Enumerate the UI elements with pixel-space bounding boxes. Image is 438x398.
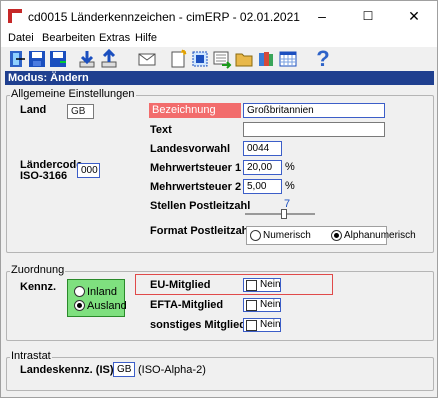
folder-icon[interactable] bbox=[234, 49, 254, 69]
sonstiges-mitglied-label: sonstiges Mitglied bbox=[150, 319, 246, 331]
eu-mitglied-value: Nein bbox=[260, 279, 281, 290]
alphanumerisch-label[interactable]: Alphanumerisch bbox=[344, 230, 416, 241]
efta-mitglied-label: EFTA-Mitglied bbox=[150, 299, 224, 311]
save-icon[interactable] bbox=[27, 49, 47, 69]
save-close-icon[interactable] bbox=[48, 49, 68, 69]
close-button[interactable]: ✕ bbox=[391, 1, 437, 31]
vorwahl-label: Landesvorwahl bbox=[150, 143, 231, 155]
sonstiges-mitglied-checkbox[interactable] bbox=[246, 320, 257, 331]
menu-datei[interactable]: Datei bbox=[8, 32, 34, 44]
numerisch-radio[interactable] bbox=[250, 230, 261, 241]
arrow-down-icon[interactable] bbox=[77, 49, 97, 69]
arrow-up-icon[interactable] bbox=[99, 49, 119, 69]
application-window: cd0015 Länderkennzeichen - cimERP - 02.0… bbox=[0, 0, 438, 398]
new-document-icon[interactable] bbox=[168, 49, 188, 69]
mwst1-percent: % bbox=[285, 161, 295, 173]
land-field[interactable]: GB bbox=[67, 104, 94, 119]
eu-mitglied-checkbox[interactable] bbox=[246, 280, 257, 291]
laendercode-field[interactable]: 000 bbox=[77, 163, 100, 178]
slider-track bbox=[245, 213, 315, 215]
inland-radio[interactable] bbox=[74, 286, 85, 297]
menu-bearbeiten[interactable]: Bearbeiten bbox=[42, 32, 95, 44]
efta-mitglied-checkbox[interactable] bbox=[246, 300, 257, 311]
kennz-label: Kennz. bbox=[20, 281, 57, 293]
mwst2-label: Mehrwertsteuer 2 bbox=[150, 181, 242, 193]
toolbar: ? bbox=[1, 47, 437, 71]
books-icon[interactable] bbox=[256, 49, 276, 69]
exit-icon[interactable] bbox=[7, 49, 27, 69]
help-icon[interactable]: ? bbox=[313, 47, 333, 71]
landeskennz-label: Landeskennz. (IS) bbox=[20, 364, 114, 376]
export-icon[interactable] bbox=[212, 49, 232, 69]
bezeichnung-field[interactable]: Großbritannien bbox=[243, 103, 385, 118]
iso-alpha2-hint: (ISO-Alpha-2) bbox=[138, 364, 206, 376]
calendar-grid-icon[interactable] bbox=[278, 49, 298, 69]
minimize-button[interactable]: – bbox=[299, 1, 345, 31]
mwst1-field[interactable]: 20,00 bbox=[243, 160, 282, 175]
inland-label[interactable]: Inland bbox=[87, 286, 117, 298]
eu-mitglied-label: EU-Mitglied bbox=[150, 279, 211, 291]
vorwahl-field[interactable]: 0044 bbox=[243, 141, 282, 156]
slider-thumb[interactable] bbox=[281, 209, 287, 219]
iso3166-label: ISO-3166 bbox=[20, 170, 68, 182]
select-icon[interactable] bbox=[190, 49, 210, 69]
text-field[interactable] bbox=[243, 122, 385, 137]
ausland-label[interactable]: Ausland bbox=[87, 300, 127, 312]
intrastat-legend: Intrastat bbox=[10, 350, 52, 362]
menu-bar: Datei Bearbeiten Extras Hilfe bbox=[1, 31, 437, 47]
mode-bar: Modus: Ändern bbox=[5, 71, 434, 85]
mwst2-field[interactable]: 5,00 bbox=[243, 179, 282, 194]
numerisch-label[interactable]: Numerisch bbox=[263, 230, 311, 241]
land-label: Land bbox=[20, 104, 47, 116]
efta-mitglied-value: Nein bbox=[260, 299, 281, 310]
plz-format-label: Format Postleitzahl bbox=[150, 225, 252, 237]
alphanumerisch-radio[interactable] bbox=[331, 230, 342, 241]
zuordnung-legend: Zuordnung bbox=[10, 264, 66, 276]
maximize-button[interactable]: ☐ bbox=[345, 1, 391, 31]
text-label: Text bbox=[150, 124, 172, 136]
mail-icon[interactable] bbox=[137, 49, 157, 69]
ausland-radio[interactable] bbox=[74, 300, 85, 311]
plz-stellen-slider[interactable] bbox=[245, 209, 315, 219]
title-bar: cd0015 Länderkennzeichen - cimERP - 02.0… bbox=[1, 1, 437, 31]
bezeichnung-label: Bezeichnung bbox=[149, 103, 241, 118]
window-title: cd0015 Länderkennzeichen - cimERP - 02.0… bbox=[28, 10, 300, 24]
general-settings-legend: Allgemeine Einstellungen bbox=[10, 88, 136, 100]
plz-stellen-label: Stellen Postleitzahl bbox=[150, 200, 251, 212]
mwst2-percent: % bbox=[285, 180, 295, 192]
mwst1-label: Mehrwertsteuer 1 bbox=[150, 162, 242, 174]
sonstiges-mitglied-value: Nein bbox=[260, 319, 281, 330]
menu-hilfe[interactable]: Hilfe bbox=[135, 32, 157, 44]
landeskennz-field[interactable]: GB bbox=[113, 362, 135, 377]
app-icon bbox=[8, 9, 22, 23]
menu-extras[interactable]: Extras bbox=[99, 32, 130, 44]
